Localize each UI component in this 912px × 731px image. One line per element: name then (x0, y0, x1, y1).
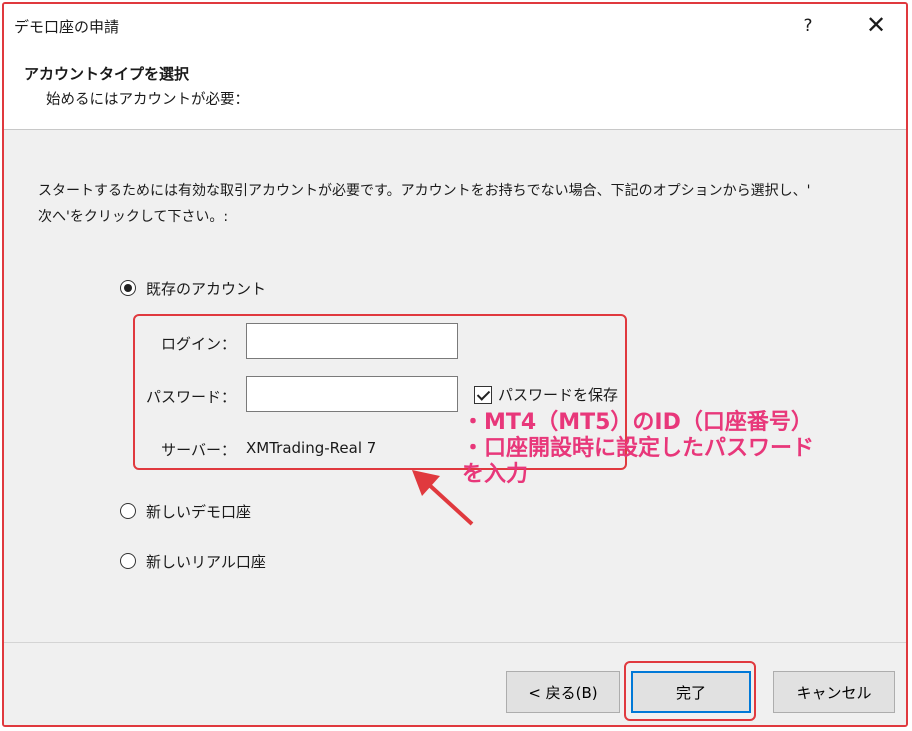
server-label: サーバー： (161, 441, 236, 459)
description-text: スタートするためには有効な取引アカウントが必要です。アカウントをお持ちでない場合… (38, 178, 858, 230)
save-password-checkbox-row[interactable]: パスワードを保存 (474, 384, 618, 405)
login-input[interactable] (246, 323, 458, 359)
radio-existing-account[interactable]: 既存のアカウント (120, 276, 266, 300)
close-icon[interactable]: ✕ (858, 10, 894, 42)
password-input[interactable] (246, 376, 458, 412)
annotation-line-2: ・口座開設時に設定したパスワード (462, 436, 815, 461)
annotation-line-3: を入力 (462, 462, 529, 487)
radio-existing-label: 既存のアカウント (146, 279, 267, 298)
radio-button[interactable] (120, 503, 136, 519)
password-label: パスワード： (145, 388, 236, 406)
login-label: ログイン： (160, 335, 236, 353)
save-password-checkbox[interactable] (474, 385, 492, 404)
header-panel: アカウントタイプを選択 始めるにはアカウントが必要： (4, 48, 906, 130)
title-bar: デモ口座の申請 ? ✕ (4, 4, 906, 48)
description-line-2: 次へ'をクリックして下さい。: (38, 209, 229, 225)
button-bar: < 戻る(B) 完了 キャンセル (4, 642, 906, 725)
content-area: スタートするためには有効な取引アカウントが必要です。アカウントをお持ちでない場合… (4, 130, 906, 642)
radio-button-checked[interactable] (120, 280, 136, 296)
radio-new-demo-label: 新しいデモ口座 (146, 502, 252, 521)
back-button[interactable]: < 戻る(B) (506, 671, 620, 713)
window-title: デモ口座の申請 (14, 18, 120, 36)
radio-button[interactable] (120, 553, 136, 569)
save-password-label: パスワードを保存 (498, 386, 619, 404)
radio-new-demo[interactable]: 新しいデモ口座 (120, 499, 251, 523)
radio-new-real[interactable]: 新しいリアル口座 (120, 549, 266, 573)
finish-button[interactable]: 完了 (631, 671, 751, 713)
annotation-line-1: ・MT4（MT5）のID（口座番号） (462, 410, 813, 435)
radio-new-real-label: 新しいリアル口座 (146, 552, 266, 571)
annotation-note: ・MT4（MT5）のID（口座番号） ・口座開設時に設定したパスワード を入力 (462, 410, 892, 488)
page-title: アカウントタイプを選択 (24, 65, 190, 83)
server-value: XMTrading-Real 7 (246, 439, 377, 457)
page-subtitle: 始めるにはアカウントが必要： (46, 92, 249, 108)
cancel-button[interactable]: キャンセル (773, 671, 895, 713)
dialog-window: デモ口座の申請 ? ✕ アカウントタイプを選択 始めるにはアカウントが必要： ス… (2, 2, 908, 727)
help-button[interactable]: ? (790, 10, 826, 42)
description-line-1: スタートするためには有効な取引アカウントが必要です。アカウントをお持ちでない場合… (38, 183, 811, 199)
